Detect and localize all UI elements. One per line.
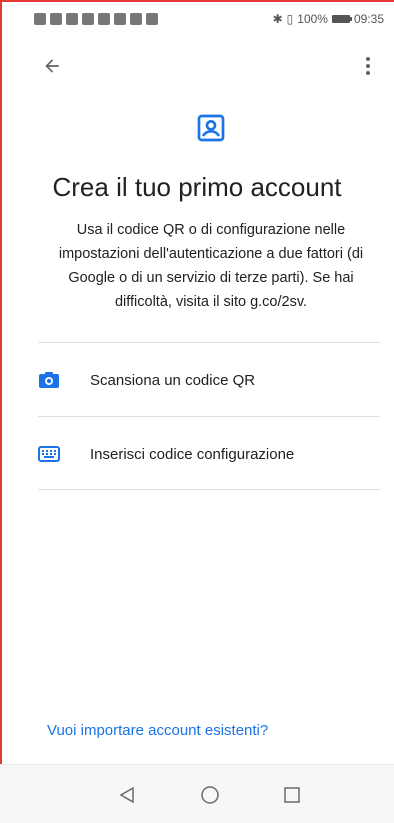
nav-home-button[interactable] <box>196 781 224 809</box>
keyboard-icon-wrap <box>38 446 90 462</box>
account-box-icon <box>197 114 225 142</box>
system-nav-bar <box>0 764 394 823</box>
media-icon <box>130 13 142 25</box>
bluetooth-icon: ✱ <box>272 12 283 26</box>
divider-bottom <box>38 489 380 490</box>
cloud-icon <box>98 13 110 25</box>
gallery-icon <box>146 13 158 25</box>
vibrate-icon: ▯ <box>286 12 294 26</box>
status-bar: ✱ ▯ 100% 09:35 <box>0 0 394 40</box>
mail-icon <box>82 13 94 25</box>
scan-qr-label: Scansiona un codice QR <box>90 371 256 389</box>
keyboard-icon <box>38 446 60 462</box>
whatsapp-icon <box>114 13 126 25</box>
status-icons-right: ✱ ▯ 100% 09:35 <box>273 12 384 26</box>
nav-recents-icon <box>284 787 300 803</box>
page-description: Usa il codice QR o di configurazione nel… <box>58 222 364 310</box>
app-bar <box>0 44 394 90</box>
enter-setup-key-label: Inserisci codice configurazione <box>90 445 295 463</box>
frame-left <box>0 0 2 822</box>
nav-back-button[interactable] <box>113 781 141 809</box>
status-icons-left <box>34 13 158 25</box>
page-title: Crea il tuo primo account <box>52 172 342 202</box>
clock: 09:35 <box>353 12 384 26</box>
camera-icon <box>39 372 59 388</box>
divider-top <box>38 342 380 343</box>
camera-icon-wrap <box>38 371 90 389</box>
wifi-icon <box>50 13 62 25</box>
more-options-button[interactable] <box>350 48 386 84</box>
divider-middle <box>38 416 380 417</box>
signal-icon <box>34 13 46 25</box>
nav-home-icon <box>201 786 219 804</box>
nav-recents-button[interactable] <box>278 781 306 809</box>
more-vert-icon <box>366 57 370 75</box>
battery-percent: 100% <box>297 12 328 26</box>
back-button[interactable] <box>34 48 70 84</box>
arrow-back-icon <box>45 59 59 73</box>
battery-icon <box>331 15 352 23</box>
nav-back-icon <box>119 786 134 804</box>
nfc-icon <box>66 13 78 25</box>
import-accounts-link[interactable]: Vuoi importare account esistenti? <box>47 722 268 739</box>
enter-setup-key-option[interactable]: Inserisci codice configurazione <box>38 418 380 490</box>
scan-qr-option[interactable]: Scansiona un codice QR <box>38 344 380 416</box>
